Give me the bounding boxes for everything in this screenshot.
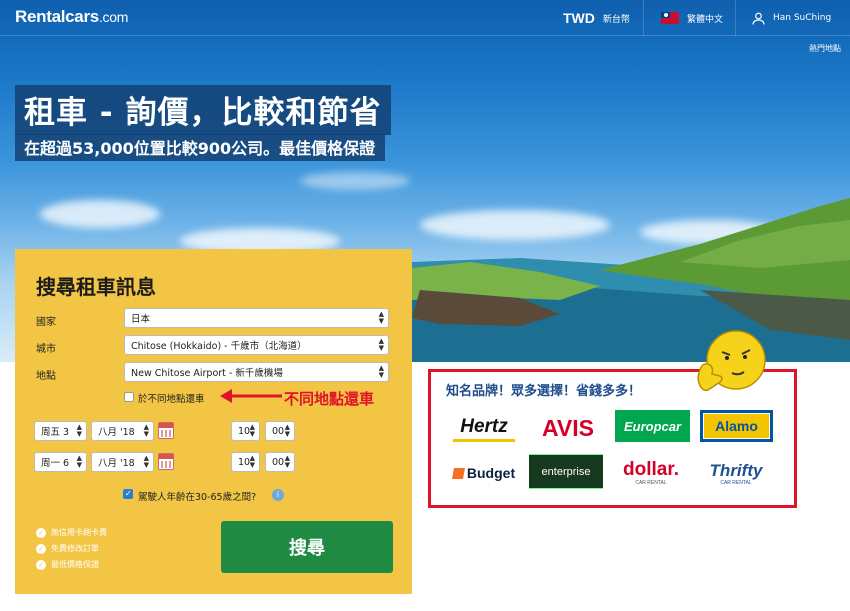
select-arrows-icon: ▲ ▼: [143, 454, 149, 469]
top-navbar: Rentalcars.com TWD 新台幣 繁體中文 Han SuChing: [0, 0, 850, 36]
pickup-hour-select[interactable]: 10 ▲ ▼: [231, 421, 260, 441]
thrifty-logo-subtext: CAR RENTAL: [720, 479, 752, 486]
city-label: 城市: [36, 344, 56, 355]
budget-logo-text: Budget: [466, 465, 516, 481]
dropoff-hour-select[interactable]: 10 ▲ ▼: [231, 452, 260, 472]
dollar-logo: dollar. CAR RENTAL: [617, 456, 685, 490]
city-value: Chitose (Hokkaido) - 千歲市（北海道）: [131, 341, 307, 352]
alamo-logo-text: Alamo: [703, 413, 770, 439]
rentalcars-logo[interactable]: Rentalcars.com: [15, 7, 128, 27]
dropoff-calendar-icon[interactable]: [158, 453, 174, 470]
form-title: 搜尋租車訊息: [36, 275, 156, 299]
search-form: 搜尋租車訊息 國家 日本 ▲ ▼ 城市 Chitose (Hokkaido) - 千…: [15, 249, 412, 594]
budget-logo: Budget: [449, 460, 519, 486]
language-label: 繁體中文: [687, 14, 724, 25]
pickup-minute-select[interactable]: 00 ▲ ▼: [265, 421, 295, 441]
page: Rentalcars.com TWD 新台幣 繁體中文 Han SuChing …: [0, 0, 850, 611]
pickup-hour-value: 10: [238, 425, 251, 437]
dropoff-month-value: 八月 '18: [98, 458, 135, 469]
benefit-text: 無信用卡刷卡費: [51, 528, 107, 537]
country-select[interactable]: 日本 ▲ ▼: [124, 308, 389, 328]
hertz-logo: Hertz: [453, 414, 515, 442]
language-selector[interactable]: 繁體中文: [643, 0, 735, 36]
enterprise-logo: enterprise: [529, 454, 603, 489]
location-label: 地點: [36, 371, 56, 382]
user-icon: [752, 12, 765, 25]
thinking-face-icon: [697, 330, 766, 391]
return-different-location-label: 於不同地點還車: [138, 394, 205, 405]
dropoff-hour-value: 10: [238, 456, 251, 468]
dropoff-day-value: 周一 6: [41, 458, 70, 469]
currency-selector[interactable]: TWD 新台幣: [551, 0, 643, 36]
info-icon[interactable]: i: [272, 489, 284, 501]
user-account-menu[interactable]: Han SuChing: [735, 0, 850, 36]
country-value: 日本: [131, 314, 151, 325]
pickup-calendar-icon[interactable]: [158, 422, 174, 439]
europcar-logo: Europcar: [615, 410, 690, 442]
currency-code: TWD: [563, 10, 595, 26]
benefit-item: ✓ 無信用卡刷卡費: [36, 527, 107, 538]
return-different-location-checkbox[interactable]: [124, 392, 134, 402]
benefit-text: 免費修改訂單: [51, 544, 99, 553]
select-arrows-icon: ▲ ▼: [284, 423, 290, 438]
select-arrows-icon: ▲ ▼: [143, 423, 149, 438]
select-arrows-icon: ▲ ▼: [249, 454, 255, 469]
pickup-month-select[interactable]: 八月 '18 ▲ ▼: [91, 421, 154, 441]
location-select[interactable]: New Chitose Airport - 新千歲機場 ▲ ▼: [124, 362, 389, 382]
callout-arrow-icon: [220, 389, 282, 403]
dollar-logo-text: dollar.: [623, 459, 679, 480]
callout-different-return: 不同地點還車: [284, 390, 375, 408]
pickup-month-value: 八月 '18: [98, 427, 135, 438]
check-icon: ✓: [36, 559, 46, 570]
select-arrows-icon: ▲ ▼: [249, 423, 255, 438]
budget-mark-icon: [451, 467, 465, 479]
check-icon: ✓: [36, 527, 46, 538]
thrifty-logo: Thrifty CAR RENTAL: [701, 456, 771, 490]
dropoff-minute-select[interactable]: 00 ▲ ▼: [265, 452, 295, 472]
logo-suffix: .com: [98, 9, 129, 25]
pickup-day-select[interactable]: 周五 3 ▲ ▼: [34, 421, 87, 441]
country-label: 國家: [36, 317, 56, 328]
user-name: Han SuChing: [773, 13, 832, 23]
hero-subtitle: 在超過53,000位置比較900公司。最佳價格保證: [15, 134, 386, 161]
dropoff-minute-value: 00: [272, 456, 285, 468]
brands-title: 知名品牌！眾多選擇！省錢多多！: [446, 384, 642, 399]
select-arrows-icon: ▲ ▼: [378, 364, 384, 379]
dropoff-month-select[interactable]: 八月 '18 ▲ ▼: [91, 452, 154, 472]
select-arrows-icon: ▲ ▼: [284, 454, 290, 469]
dollar-logo-subtext: CAR RENTAL: [635, 480, 667, 486]
dropoff-day-select[interactable]: 周一 6 ▲ ▼: [34, 452, 87, 472]
alamo-logo: Alamo: [700, 410, 773, 442]
select-arrows-icon: ▲ ▼: [378, 337, 384, 352]
currency-name: 新台幣: [602, 14, 630, 25]
select-arrows-icon: ▲ ▼: [76, 454, 82, 469]
taiwan-flag-icon: [661, 12, 679, 24]
avis-logo: AVIS: [542, 414, 594, 441]
search-button[interactable]: 搜尋: [221, 521, 393, 573]
select-arrows-icon: ▲ ▼: [378, 310, 384, 325]
check-icon: ✓: [36, 543, 46, 554]
select-arrows-icon: ▲ ▼: [76, 423, 82, 438]
pickup-day-value: 周五 3: [41, 427, 70, 438]
benefit-item: ✓ 免費修改訂單: [36, 543, 99, 554]
benefit-text: 最低價格保證: [51, 560, 99, 569]
hero-title: 租車 - 詢價，比較和節省: [15, 85, 392, 135]
driver-age-checkbox[interactable]: [123, 489, 133, 499]
city-select[interactable]: Chitose (Hokkaido) - 千歲市（北海道） ▲ ▼: [124, 335, 389, 355]
pickup-minute-value: 00: [272, 425, 285, 437]
driver-age-label: 駕駛人年齡在30-65歲之間?: [138, 492, 257, 503]
thrifty-logo-text: Thrifty: [709, 460, 763, 480]
location-value: New Chitose Airport - 新千歲機場: [131, 368, 283, 379]
popular-locations-link[interactable]: 熱門地點: [809, 43, 841, 54]
benefit-item: ✓ 最低價格保證: [36, 559, 99, 570]
